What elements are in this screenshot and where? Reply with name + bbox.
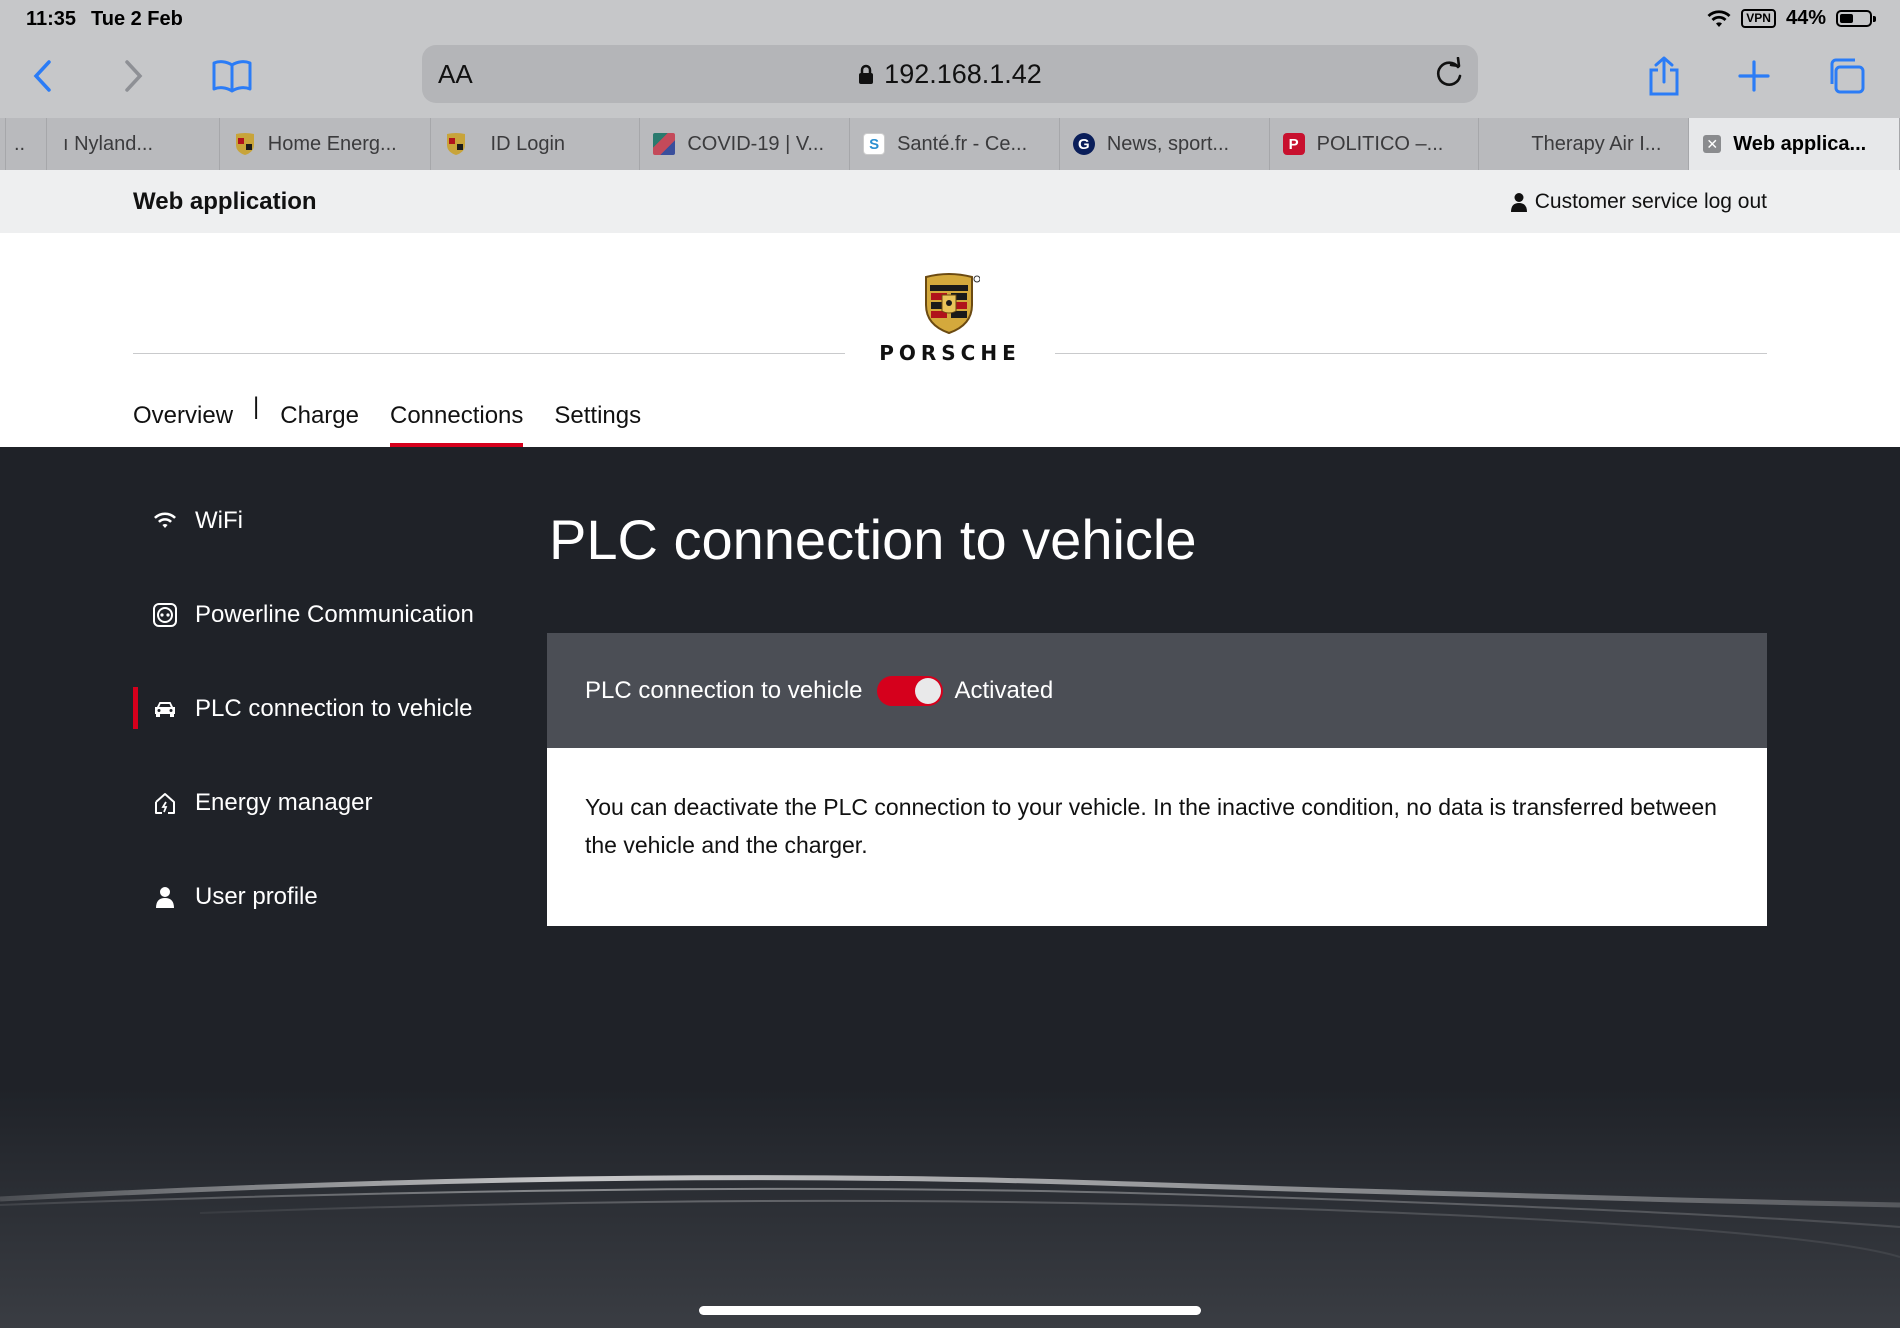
background-swoosh xyxy=(0,1087,1900,1328)
wifi-icon xyxy=(151,507,179,535)
plc-description-card: You can deactivate the PLC connection to… xyxy=(547,748,1767,926)
porsche-crest-icon xyxy=(445,133,467,155)
tab-covid[interactable]: COVID-19 | V... xyxy=(640,118,851,170)
logout-link[interactable]: Customer service log out xyxy=(1510,190,1767,214)
page-title: PLC connection to vehicle xyxy=(549,508,1197,571)
sidebar: WiFi Powerline Communication PLC connect… xyxy=(133,507,513,977)
toggle-knob xyxy=(914,677,941,704)
plc-setting-row: PLC connection to vehicle Activated xyxy=(547,633,1767,748)
wifi-signal-icon xyxy=(1707,9,1731,27)
browser-toolbar: AA 192.168.1.42 xyxy=(0,38,1900,118)
app-header: Web application Customer service log out xyxy=(0,170,1900,233)
user-icon xyxy=(1510,193,1527,212)
tab-home-energy[interactable]: Home Energ... xyxy=(220,118,431,170)
chevron-right-icon xyxy=(125,60,143,92)
battery-icon xyxy=(1836,10,1876,27)
new-tab-button[interactable] xyxy=(1728,50,1780,102)
colored-squares-icon xyxy=(653,133,676,155)
tabs-icon xyxy=(1830,58,1865,94)
reload-button[interactable] xyxy=(1434,56,1464,94)
share-icon xyxy=(1649,56,1679,96)
sidebar-item-energy-manager[interactable]: Energy manager xyxy=(133,789,513,883)
url-text: 192.168.1.42 xyxy=(884,59,1042,89)
main-content: WiFi Powerline Communication PLC connect… xyxy=(0,447,1900,1328)
politico-p-icon: P xyxy=(1282,133,1305,155)
guardian-g-icon: G xyxy=(1072,133,1095,155)
car-icon xyxy=(151,695,179,723)
user-icon xyxy=(151,883,179,911)
porsche-wordmark: PORSCHE xyxy=(879,341,1021,365)
book-icon xyxy=(212,60,252,93)
tab-overview-button[interactable] xyxy=(1820,50,1872,102)
tab-overview[interactable]: Overview xyxy=(133,402,233,448)
nav-separator: | xyxy=(253,393,260,420)
back-button[interactable] xyxy=(16,50,68,102)
tab-therapy[interactable]: Therapy Air I... xyxy=(1479,118,1690,170)
divider-right xyxy=(1055,353,1767,354)
lock-icon xyxy=(859,64,874,84)
status-bar: 11:35 Tue 2 Feb VPN 44% xyxy=(0,0,1900,38)
tab-web-application[interactable]: ✕ Web applica... xyxy=(1689,118,1900,170)
sidebar-item-powerline[interactable]: Powerline Communication xyxy=(133,601,513,695)
porsche-crest-icon xyxy=(234,133,256,155)
sidebar-item-user-profile[interactable]: User profile xyxy=(133,883,513,977)
vpn-badge: VPN xyxy=(1741,9,1776,28)
plug-icon xyxy=(151,601,179,629)
status-time: 11:35 xyxy=(26,8,77,30)
url-display: 192.168.1.42 xyxy=(422,59,1478,90)
tab-strip: .. ı Nyland... Home Energ... ID Login CO… xyxy=(0,118,1900,170)
app-title: Web application xyxy=(133,188,317,215)
address-bar[interactable]: AA 192.168.1.42 xyxy=(422,45,1478,103)
tab-sante[interactable]: S Santé.fr - Ce... xyxy=(850,118,1060,170)
tab-id-login[interactable]: ID Login xyxy=(431,118,641,170)
reload-icon xyxy=(1436,56,1462,86)
forward-button[interactable] xyxy=(108,50,160,102)
close-tab-icon[interactable]: ✕ xyxy=(1703,135,1722,153)
plc-setting-label: PLC connection to vehicle xyxy=(585,676,863,704)
porsche-crest-logo xyxy=(922,271,981,340)
bookmarks-button[interactable] xyxy=(206,50,258,102)
tab-connections[interactable]: Connections xyxy=(389,402,524,449)
plus-icon xyxy=(1738,60,1770,92)
share-button[interactable] xyxy=(1638,50,1690,102)
sidebar-item-plc-vehicle[interactable]: PLC connection to vehicle xyxy=(133,687,513,789)
divider-left xyxy=(133,353,845,354)
sidebar-item-wifi[interactable]: WiFi xyxy=(133,507,513,601)
tab-1[interactable]: ı Nyland... xyxy=(47,118,220,170)
plc-toggle[interactable] xyxy=(876,675,943,706)
tab-settings[interactable]: Settings xyxy=(554,402,641,448)
chevron-left-icon xyxy=(33,60,51,92)
plc-description: You can deactivate the PLC connection to… xyxy=(585,794,1717,858)
plc-state-label: Activated xyxy=(954,676,1054,704)
status-date: Tue 2 Feb xyxy=(91,8,183,30)
tab-news[interactable]: G News, sport... xyxy=(1060,118,1270,170)
tab-0[interactable]: .. xyxy=(5,118,47,170)
tab-politico[interactable]: P POLITICO –... xyxy=(1270,118,1480,170)
sante-s-icon: S xyxy=(863,133,886,155)
tab-charge[interactable]: Charge xyxy=(280,402,359,448)
house-icon xyxy=(151,789,179,817)
battery-percent: 44% xyxy=(1785,7,1826,29)
home-indicator[interactable] xyxy=(699,1306,1201,1315)
status-right: VPN 44% xyxy=(1707,7,1876,30)
brand-area: PORSCHE Overview | Charge Connections Se… xyxy=(0,233,1900,449)
